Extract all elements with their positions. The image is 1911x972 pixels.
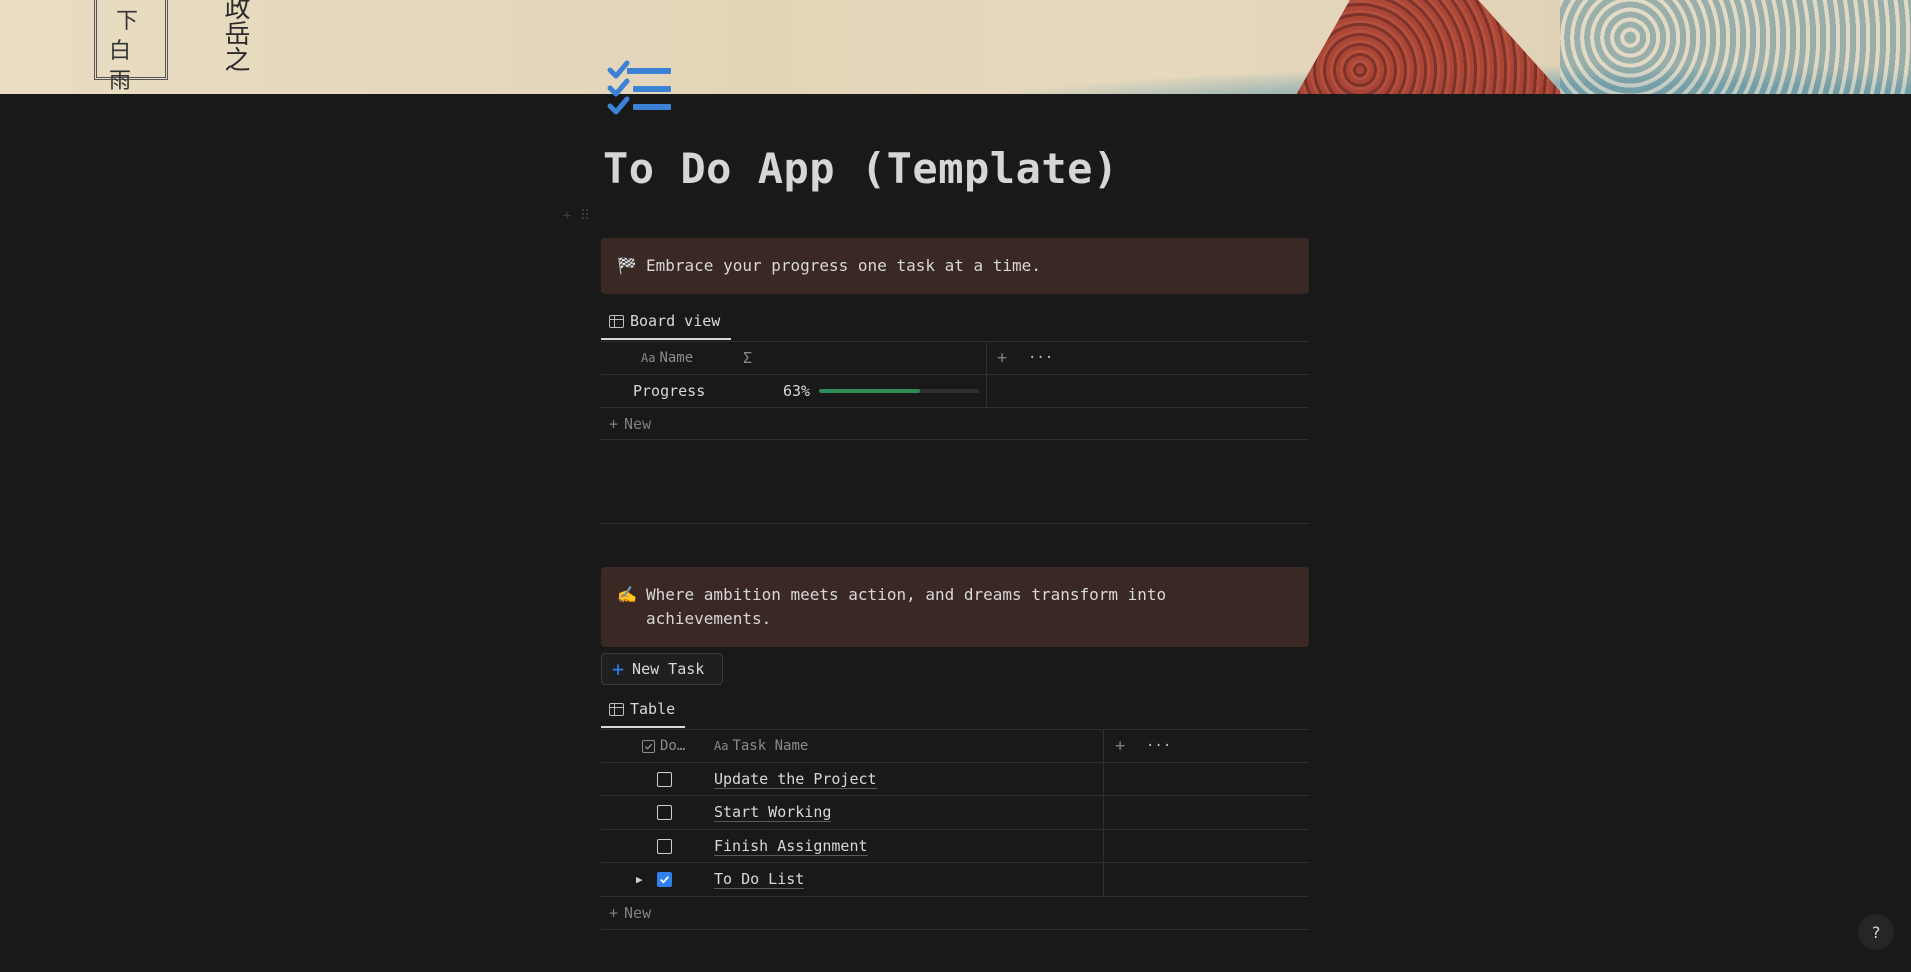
- cover-waves: [1560, 0, 1911, 94]
- tab-table[interactable]: Table: [601, 692, 685, 728]
- task-checkbox[interactable]: [657, 766, 672, 792]
- column-header-done[interactable]: Do…: [642, 733, 685, 759]
- page-title[interactable]: To Do App (Template): [603, 144, 1303, 193]
- progress-bar-fill: [819, 389, 920, 393]
- sigma-icon: Σ: [743, 349, 753, 367]
- task-name[interactable]: To Do List: [714, 866, 805, 892]
- cover-calligraphy: 政岳之: [220, 0, 250, 72]
- divider: [601, 407, 1309, 408]
- add-column-button[interactable]: +: [997, 345, 1007, 371]
- expand-toggle-icon[interactable]: ▶: [636, 866, 643, 892]
- plus-icon: +: [609, 904, 619, 922]
- help-button[interactable]: ?: [1858, 914, 1894, 950]
- checklist-icon[interactable]: [607, 60, 677, 120]
- tab-board-view[interactable]: Board view: [601, 304, 731, 340]
- task-checkbox[interactable]: [657, 799, 672, 825]
- plus-icon: +: [612, 657, 625, 681]
- task-name[interactable]: Start Working: [714, 799, 832, 825]
- divider: [601, 439, 1309, 440]
- callout-text: Where ambition meets action, and dreams …: [646, 585, 1167, 628]
- progress-percent: 63%: [783, 382, 811, 400]
- plus-icon: +: [609, 415, 619, 433]
- more-options-button[interactable]: ···: [1028, 345, 1053, 371]
- divider: [601, 374, 1309, 375]
- cover-mountain: [1248, 0, 1640, 94]
- checkered-flag-icon: 🏁: [617, 256, 637, 275]
- text-property-icon: Aa: [714, 739, 729, 753]
- checkbox-property-icon: [642, 739, 655, 753]
- task-checkbox[interactable]: [657, 833, 672, 859]
- new-task-button[interactable]: + New Task: [601, 653, 723, 685]
- divider: [601, 729, 1309, 730]
- column-divider: [986, 342, 987, 408]
- callout-text: Embrace your progress one task at a time…: [646, 256, 1041, 275]
- text-property-icon: Aa: [641, 351, 656, 365]
- cover-image[interactable]: 下白雨 政岳之: [0, 0, 1911, 94]
- column-header-formula[interactable]: Σ: [743, 345, 752, 371]
- add-new-row-button[interactable]: + New: [609, 411, 651, 437]
- section-divider: [601, 523, 1309, 524]
- callout-ambition[interactable]: ✍️ Where ambition meets action, and drea…: [601, 567, 1309, 647]
- row-name-progress[interactable]: Progress: [633, 378, 705, 404]
- callout-progress[interactable]: 🏁 Embrace your progress one task at a ti…: [601, 238, 1309, 294]
- add-new-row-button[interactable]: + New: [609, 900, 651, 926]
- divider: [601, 795, 1309, 796]
- task-name[interactable]: Finish Assignment: [714, 833, 868, 859]
- cover-seal: 下白雨: [94, 0, 168, 94]
- divider: [601, 829, 1309, 830]
- column-header-name[interactable]: Aa Name: [641, 345, 693, 371]
- divider: [601, 862, 1309, 863]
- task-name[interactable]: Update the Project: [714, 766, 877, 792]
- column-divider: [1103, 730, 1104, 897]
- progress-bar: [819, 389, 979, 393]
- divider: [601, 341, 1309, 342]
- writing-hand-icon: ✍️: [617, 585, 637, 604]
- table-icon: [609, 314, 624, 328]
- divider: [601, 929, 1309, 930]
- divider: [601, 896, 1309, 897]
- table-icon: [609, 702, 624, 716]
- drag-handle-icon[interactable]: + ⠿: [563, 208, 590, 224]
- divider: [601, 762, 1309, 763]
- task-checkbox[interactable]: [657, 866, 672, 892]
- add-column-button[interactable]: +: [1115, 733, 1125, 759]
- more-options-button[interactable]: ···: [1146, 733, 1171, 759]
- tab-label: Board view: [630, 312, 721, 330]
- tab-label: Table: [630, 700, 676, 718]
- column-header-task-name[interactable]: Aa Task Name: [714, 733, 808, 759]
